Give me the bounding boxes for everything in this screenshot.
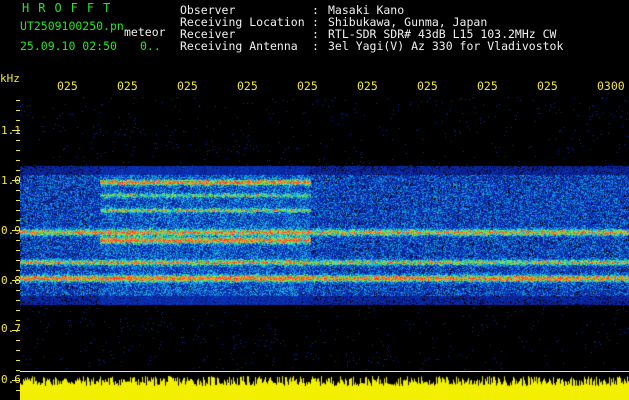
date-time: 25.09.10 02:50 <box>20 39 117 53</box>
y-axis-unit: kHz <box>0 72 20 85</box>
x-tick-6: 025 <box>357 79 378 93</box>
x-tick-10: 0300 <box>597 79 625 93</box>
x-tick-1: 025 <box>57 79 78 93</box>
x-tick-3: 025 <box>177 79 198 93</box>
app-title: HROFFT <box>22 1 120 15</box>
x-tick-9: 025 <box>537 79 558 93</box>
spectrogram-waterfall <box>20 97 629 370</box>
y-axis-ticks <box>12 100 20 391</box>
x-tick-4: 025 <box>237 79 258 93</box>
detection-label: meteor <box>124 25 166 39</box>
x-tick-7: 025 <box>417 79 438 93</box>
antenna-colon: : <box>312 39 319 53</box>
antenna-label: Receiving Antenna <box>180 39 298 53</box>
hrofft-window: HROFFT UT2509100250.pn meteor 25.09.10 0… <box>0 0 629 400</box>
signal-level-bar <box>20 375 629 400</box>
x-tick-2: 025 <box>117 79 138 93</box>
x-tick-8: 025 <box>477 79 498 93</box>
x-tick-5: 025 <box>297 79 318 93</box>
antenna-value: 3el Yagi(V) Az 330 for Vladivostok <box>328 39 564 53</box>
file-name: UT2509100250.pn <box>20 19 124 33</box>
counter-value: 0.. <box>140 39 161 53</box>
baseline-line <box>20 371 629 372</box>
